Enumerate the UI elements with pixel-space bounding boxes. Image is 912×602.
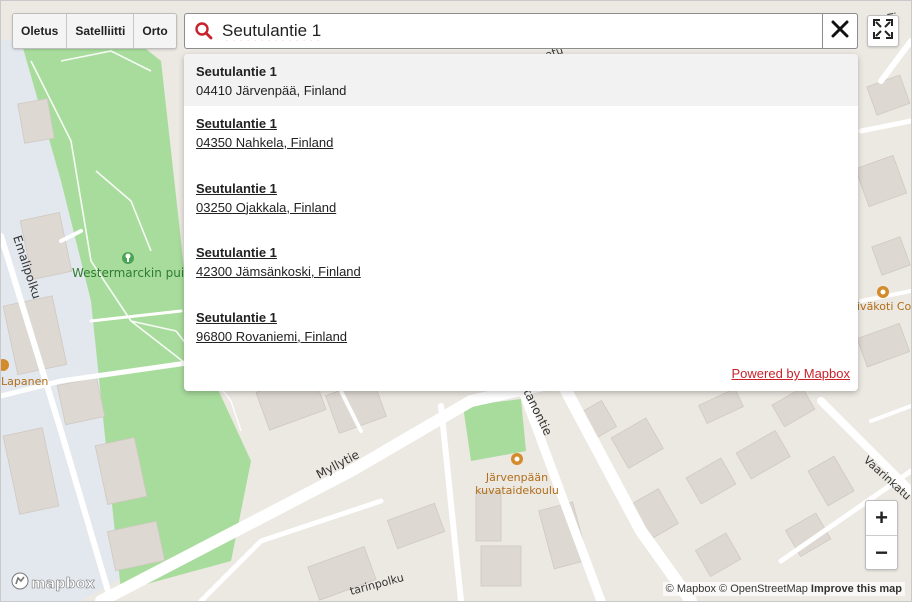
layer-switcher: Oletus Satelliitti Orto: [12, 13, 177, 49]
layer-button-satellite[interactable]: Satelliitti: [67, 14, 135, 48]
zoom-out-button[interactable]: −: [866, 536, 897, 570]
map-label-school-line2: kuvataidekoulu: [475, 484, 559, 497]
small-park-area: [463, 399, 526, 461]
map-attribution: © Mapbox © OpenStreetMap Improve this ma…: [662, 582, 905, 596]
mapbox-logo-icon: [11, 572, 29, 595]
map-label-kindergarten: iväkoti Coc: [857, 300, 911, 313]
layer-button-default[interactable]: Oletus: [13, 14, 68, 48]
result-name: Seutulantie 1: [196, 309, 277, 325]
mapbox-logo-text: mapbox: [31, 575, 95, 592]
fullscreen-icon: [872, 18, 894, 45]
close-icon: [831, 20, 849, 43]
attribution-osm-link[interactable]: © OpenStreetMap: [719, 583, 808, 595]
zoom-in-button[interactable]: +: [866, 501, 897, 536]
map-label-park: Westermarckin puisto: [72, 266, 202, 280]
improve-map-link[interactable]: Improve this map: [811, 583, 902, 595]
result-name: Seutulantie 1: [196, 64, 277, 79]
result-name: Seutulantie 1: [196, 116, 277, 131]
search-input[interactable]: [214, 16, 857, 46]
result-name: Seutulantie 1: [196, 180, 277, 196]
map-container[interactable]: Emalipolku Westermarckin puisto Myllytie…: [0, 0, 912, 602]
fullscreen-button[interactable]: [867, 15, 899, 47]
result-address: 04350 Nahkela, Finland: [196, 135, 334, 150]
layer-button-ortho[interactable]: Orto: [134, 14, 176, 48]
search-result-item[interactable]: Seutulantie 1 42300 Jämsänkoski, Finland: [184, 235, 858, 300]
search-result-item[interactable]: Seutulantie 1 04410 Järvenpää, Finland: [184, 54, 858, 106]
kindergarten-poi-icon: [877, 286, 889, 298]
search-icon: [194, 21, 214, 41]
clear-search-button[interactable]: [822, 13, 858, 49]
result-address: 96800 Rovaniemi, Finland: [196, 328, 348, 344]
powered-by-mapbox-link[interactable]: Powered by Mapbox: [731, 366, 850, 381]
result-name: Seutulantie 1: [196, 245, 277, 260]
map-label-school-line1: Järvenpään: [485, 471, 548, 484]
search-result-item[interactable]: Seutulantie 1 96800 Rovaniemi, Finland: [184, 300, 858, 365]
zoom-control: + −: [865, 500, 898, 570]
search-box: [184, 13, 858, 49]
park-poi-icon: [122, 252, 134, 264]
mapbox-logo[interactable]: mapbox: [11, 572, 95, 595]
attribution-mapbox-link[interactable]: © Mapbox: [666, 583, 716, 595]
result-address: 03250 Ojakkala, Finland: [196, 199, 337, 215]
result-address: 04410 Järvenpää, Finland: [196, 83, 347, 98]
result-address: 42300 Jämsänkoski, Finland: [196, 264, 361, 279]
map-label-lapanen: Lapanen: [1, 375, 48, 388]
school-poi-icon: [511, 453, 523, 465]
search-result-item[interactable]: Seutulantie 1 03250 Ojakkala, Finland: [184, 171, 858, 236]
search-results-list: Seutulantie 1 04410 Järvenpää, Finland S…: [184, 54, 858, 391]
search-result-item[interactable]: Seutulantie 1 04350 Nahkela, Finland: [184, 106, 858, 171]
